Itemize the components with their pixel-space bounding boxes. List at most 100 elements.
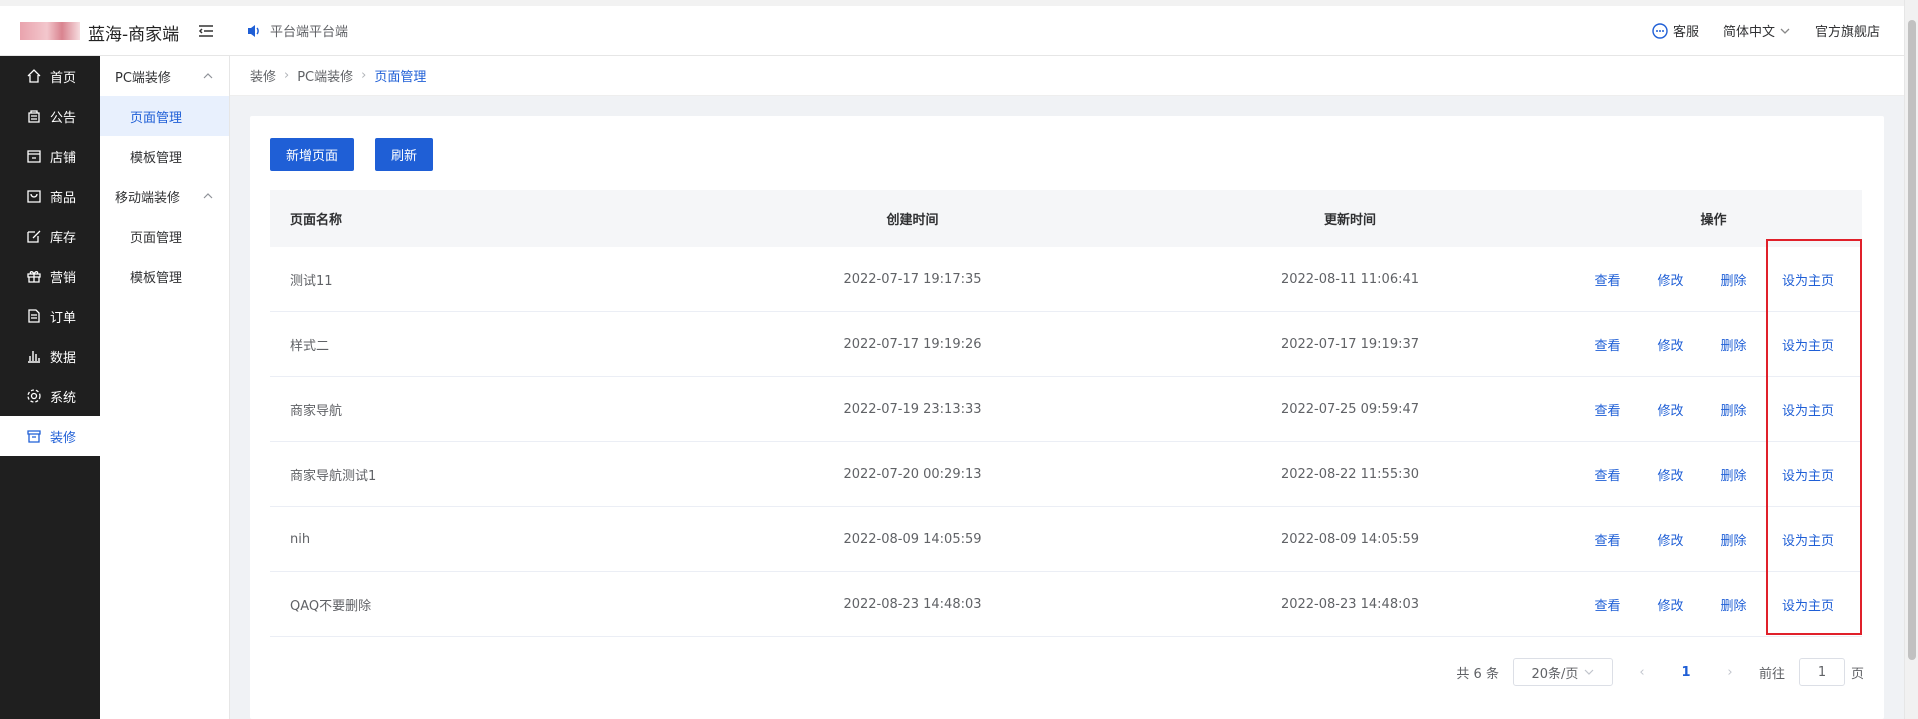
column-header-name: 页面名称 xyxy=(290,213,343,228)
main-sidebar: 首页 公告 店铺 商品 库存 营销 订单 数据 系统 装修 xyxy=(0,56,100,719)
delete-link[interactable]: 删除 xyxy=(1702,270,1765,289)
view-link[interactable]: 查看 xyxy=(1576,400,1639,419)
pages-table: 页面名称 创建时间 更新时间 操作 测试11 2022-07-17 19:17:… xyxy=(270,190,1862,637)
gift-icon xyxy=(27,271,41,283)
edit-link[interactable]: 修改 xyxy=(1639,465,1702,484)
sidebar-item-shop[interactable]: 店铺 xyxy=(0,136,100,176)
chevron-up-icon xyxy=(203,73,213,79)
home-icon xyxy=(27,69,41,83)
next-page-button[interactable]: › xyxy=(1715,665,1745,680)
page-number-current[interactable]: 1 xyxy=(1671,665,1701,680)
scrollbar-thumb[interactable] xyxy=(1908,20,1916,660)
subnav-group-mobile[interactable]: 移动端装修 xyxy=(100,176,229,216)
edit-link[interactable]: 修改 xyxy=(1639,335,1702,354)
edit-link[interactable]: 修改 xyxy=(1639,400,1702,419)
notice-icon xyxy=(28,110,40,123)
delete-link[interactable]: 删除 xyxy=(1702,465,1765,484)
subnav-item-mobile-pages[interactable]: 页面管理 xyxy=(100,216,229,256)
sub-sidebar: PC端装修 页面管理 模板管理 移动端装修 页面管理 模板管理 xyxy=(100,56,230,719)
subnav-group-label: 移动端装修 xyxy=(115,190,181,206)
language-select[interactable]: 简体中文 xyxy=(1723,21,1791,40)
page-scrollbar[interactable] xyxy=(1904,0,1918,719)
table-header: 页面名称 创建时间 更新时间 操作 xyxy=(270,190,1862,247)
customer-service-link[interactable]: 客服 xyxy=(1651,21,1699,40)
view-link[interactable]: 查看 xyxy=(1576,335,1639,354)
sidebar-item-system[interactable]: 系统 xyxy=(0,376,100,416)
sidebar-item-goods[interactable]: 商品 xyxy=(0,176,100,216)
sidebar-item-label: 营销 xyxy=(50,270,77,286)
logo xyxy=(20,22,80,40)
page-size-select[interactable]: 20条/页 xyxy=(1512,658,1613,686)
sidebar-item-label: 商品 xyxy=(50,190,77,206)
cell-created-time: 2022-07-19 23:13:33 xyxy=(843,401,982,417)
store-label: 官方旗舰店 xyxy=(1814,25,1880,40)
cell-updated-time: 2022-08-22 11:55:30 xyxy=(1280,466,1420,482)
notice-text: 平台端平台端 xyxy=(270,25,349,40)
delete-link[interactable]: 删除 xyxy=(1702,335,1765,354)
table-row: nih 2022-08-09 14:05:59 2022-08-09 14:05… xyxy=(270,507,1862,572)
sidebar-item-home[interactable]: 首页 xyxy=(0,56,100,96)
chevron-right-icon: › xyxy=(284,68,290,83)
edit-link[interactable]: 修改 xyxy=(1639,595,1702,614)
column-header-updated: 更新时间 xyxy=(1323,213,1376,228)
delete-link[interactable]: 删除 xyxy=(1702,400,1765,419)
subnav-item-pc-templates[interactable]: 模板管理 xyxy=(100,136,229,176)
cell-created-time: 2022-07-20 00:29:13 xyxy=(843,466,982,482)
sidebar-item-marketing[interactable]: 营销 xyxy=(0,256,100,296)
refresh-button[interactable]: 刷新 xyxy=(375,138,433,171)
goods-icon xyxy=(27,190,41,203)
breadcrumb: 装修 › PC端装修 › 页面管理 xyxy=(230,56,1904,96)
sidebar-item-orders[interactable]: 订单 xyxy=(0,296,100,336)
subnav-item-pc-pages[interactable]: 页面管理 xyxy=(100,96,229,136)
notice-bar[interactable]: 平台端平台端 xyxy=(246,21,348,40)
delete-link[interactable]: 删除 xyxy=(1702,530,1765,549)
delete-link[interactable]: 删除 xyxy=(1702,595,1765,614)
goto-prefix: 前往 xyxy=(1758,666,1785,682)
menu-collapse-icon[interactable] xyxy=(197,22,215,40)
breadcrumb-item[interactable]: 装修 xyxy=(250,66,276,85)
add-page-button[interactable]: 新增页面 xyxy=(270,138,354,171)
edit-link[interactable]: 修改 xyxy=(1639,530,1702,549)
sidebar-item-label: 系统 xyxy=(50,390,77,406)
highlight-box xyxy=(1766,239,1862,635)
cell-updated-time: 2022-07-25 09:59:47 xyxy=(1280,401,1420,417)
sidebar-item-notice[interactable]: 公告 xyxy=(0,96,100,136)
prev-page-button[interactable]: ‹ xyxy=(1627,665,1657,680)
view-link[interactable]: 查看 xyxy=(1576,270,1639,289)
goto-page-input[interactable] xyxy=(1798,658,1845,686)
cell-created-time: 2022-07-17 19:17:35 xyxy=(843,271,982,287)
sidebar-item-decor[interactable]: 装修 xyxy=(0,416,100,456)
pagination: 共 6 条 20条/页 ‹ 1 › 前往 页 xyxy=(1456,658,1864,686)
sidebar-item-data[interactable]: 数据 xyxy=(0,336,100,376)
table-row: 商家导航测试1 2022-07-20 00:29:13 2022-08-22 1… xyxy=(270,442,1862,507)
chevron-up-icon xyxy=(203,193,213,199)
top-bar: 蓝海-商家端 平台端平台端 客服 简体中文 官方旗舰店 xyxy=(0,0,1904,56)
cell-updated-time: 2022-08-23 14:48:03 xyxy=(1280,596,1420,612)
view-link[interactable]: 查看 xyxy=(1576,465,1639,484)
sidebar-item-label: 店铺 xyxy=(50,150,77,166)
cell-page-name: 样式二 xyxy=(290,338,330,354)
page-size-label: 20条/页 xyxy=(1531,666,1579,682)
subnav-group-pc[interactable]: PC端装修 xyxy=(100,56,229,96)
content-panel: 新增页面 刷新 页面名称 创建时间 更新时间 操作 测试11 2022-07-1… xyxy=(250,116,1884,719)
edit-link[interactable]: 修改 xyxy=(1639,270,1702,289)
cell-created-time: 2022-08-23 14:48:03 xyxy=(843,596,982,612)
view-link[interactable]: 查看 xyxy=(1576,530,1639,549)
subnav-item-mobile-templates[interactable]: 模板管理 xyxy=(100,256,229,296)
edit-icon xyxy=(27,230,41,243)
view-link[interactable]: 查看 xyxy=(1576,595,1639,614)
decor-icon xyxy=(27,430,41,443)
shop-icon xyxy=(27,150,41,163)
sidebar-item-label: 装修 xyxy=(50,430,77,446)
cell-page-name: QAQ不要删除 xyxy=(290,598,372,614)
total-count: 共 6 条 xyxy=(1456,666,1499,682)
sidebar-item-label: 订单 xyxy=(50,310,77,326)
chat-icon xyxy=(1652,22,1668,39)
order-icon xyxy=(28,309,40,323)
store-name[interactable]: 官方旗舰店 xyxy=(1815,21,1880,40)
cell-updated-time: 2022-07-17 19:19:37 xyxy=(1280,336,1420,352)
cell-page-name: 商家导航测试1 xyxy=(290,468,377,484)
breadcrumb-item[interactable]: PC端装修 xyxy=(297,66,353,85)
sidebar-item-stock[interactable]: 库存 xyxy=(0,216,100,256)
sidebar-item-label: 首页 xyxy=(50,70,77,86)
